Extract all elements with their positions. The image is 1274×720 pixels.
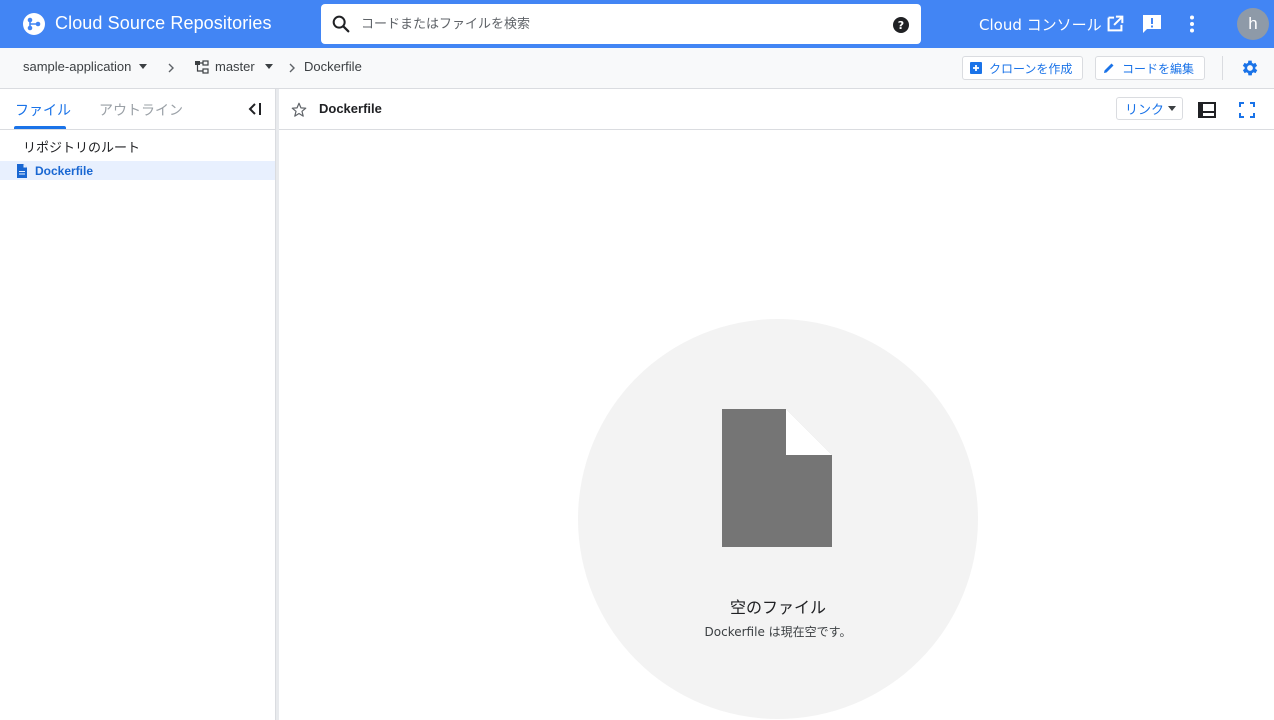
chevron-down-icon xyxy=(264,64,273,69)
breadcrumb: sample-application master Dockerfile クロー… xyxy=(0,48,1274,89)
file-header: Dockerfile リンク xyxy=(279,89,1274,130)
file-tree-item-label: Dockerfile xyxy=(35,163,94,178)
cloud-console-label: Cloud コンソール xyxy=(979,15,1102,34)
repository-root-item[interactable]: リポジトリのルート xyxy=(23,137,140,156)
chevron-right-icon xyxy=(289,63,295,73)
file-title: Dockerfile xyxy=(319,101,382,116)
svg-text:?: ? xyxy=(898,19,904,32)
edit-code-button[interactable]: コードを編集 xyxy=(1095,56,1206,80)
active-tab-indicator xyxy=(14,126,66,129)
search-icon xyxy=(332,15,350,33)
view-layout-icon[interactable] xyxy=(1197,100,1217,120)
feedback-icon[interactable] xyxy=(1140,12,1164,36)
file-tree-panel: ファイル アウトライン リポジトリのルート Dockerfile xyxy=(0,89,276,720)
link-dropdown-button[interactable]: リンク xyxy=(1116,97,1184,120)
clone-button[interactable]: クローンを作成 xyxy=(962,56,1084,80)
search-box[interactable]: ? xyxy=(321,4,921,44)
chevron-down-icon xyxy=(139,64,148,69)
edit-code-button-label: コードを編集 xyxy=(1122,61,1195,76)
empty-state-title: 空のファイル xyxy=(729,598,826,617)
tab-files[interactable]: ファイル xyxy=(15,100,71,120)
clone-button-label: クローンを作成 xyxy=(989,61,1073,76)
panel-resize-handle[interactable] xyxy=(276,89,279,720)
pencil-icon xyxy=(1104,63,1114,73)
branch-icon xyxy=(195,59,209,74)
divider xyxy=(1222,56,1223,80)
open-in-new-icon xyxy=(1107,15,1123,32)
search-input[interactable] xyxy=(361,4,881,44)
repository-selector[interactable]: sample-application xyxy=(23,59,148,74)
app-title[interactable]: Cloud Source Repositories xyxy=(55,13,272,34)
gear-icon[interactable] xyxy=(1240,58,1260,78)
chevron-right-icon xyxy=(168,63,174,73)
document-icon xyxy=(722,409,832,547)
breadcrumb-file: Dockerfile xyxy=(304,59,362,74)
fullscreen-icon[interactable] xyxy=(1237,100,1257,120)
link-button-label: リンク xyxy=(1125,103,1165,118)
app-bar: Cloud Source Repositories ? Cloud コンソール … xyxy=(0,0,1274,48)
more-vert-icon[interactable] xyxy=(1180,12,1204,36)
chevron-down-icon xyxy=(1168,106,1177,111)
help-icon[interactable]: ? xyxy=(893,17,909,33)
repository-name: sample-application xyxy=(23,59,132,74)
avatar[interactable]: h xyxy=(1237,8,1269,40)
panel-tabs: ファイル アウトライン xyxy=(0,89,276,130)
collapse-panel-icon[interactable] xyxy=(246,100,266,118)
add-box-icon xyxy=(970,62,982,74)
cloud-source-repositories-logo-icon[interactable] xyxy=(22,12,46,36)
file-tree-item[interactable]: Dockerfile xyxy=(0,161,275,180)
branch-selector[interactable]: master xyxy=(194,59,273,74)
file-icon xyxy=(17,163,27,178)
star-icon[interactable] xyxy=(290,101,308,119)
branch-name: master xyxy=(215,59,255,74)
tab-outline[interactable]: アウトライン xyxy=(99,100,183,120)
empty-state-description: Dockerfile は現在空です。 xyxy=(704,625,852,639)
cloud-console-link[interactable]: Cloud コンソール xyxy=(979,13,1126,35)
